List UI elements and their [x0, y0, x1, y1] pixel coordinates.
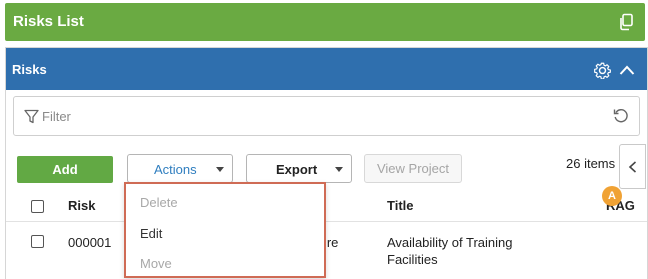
filter-bar: [13, 96, 640, 136]
caret-down-icon: [335, 167, 343, 172]
reset-icon[interactable]: [613, 108, 629, 124]
actions-dropdown-menu: Delete Edit Move: [124, 182, 326, 278]
column-header-risk[interactable]: Risk: [68, 198, 95, 213]
side-panel-toggle[interactable]: [619, 144, 646, 189]
view-project-button[interactable]: View Project: [364, 154, 462, 183]
actions-label: Actions: [154, 162, 197, 177]
panel-title: Risks: [12, 62, 47, 77]
menu-item-delete[interactable]: Delete: [140, 195, 178, 210]
column-header-title[interactable]: Title: [387, 198, 414, 213]
filter-input[interactable]: [42, 105, 602, 127]
row-checkbox[interactable]: [31, 235, 44, 248]
table-header: Risk Title RAG: [6, 190, 647, 222]
menu-item-move[interactable]: Move: [140, 256, 172, 271]
items-count: 26 items: [566, 156, 616, 171]
gear-icon[interactable]: [594, 62, 611, 80]
add-button[interactable]: Add: [17, 156, 113, 183]
risk-title-line1: Availability of Training: [387, 235, 513, 250]
select-all-checkbox[interactable]: [31, 200, 44, 213]
risks-panel-header: Risks: [6, 48, 647, 90]
actions-dropdown-button[interactable]: Actions: [127, 154, 233, 183]
risks-panel: Risks Add Actions Export View Project 26…: [5, 47, 648, 279]
page-title: Risks List: [13, 13, 84, 30]
caret-down-icon: [216, 167, 224, 172]
funnel-icon: [24, 109, 39, 124]
chevron-left-icon: [628, 161, 637, 173]
rag-status-badge: A: [602, 186, 622, 206]
risk-id: 000001: [68, 235, 112, 250]
copy-icon[interactable]: [617, 13, 635, 31]
page-header-bar: Risks List: [5, 3, 645, 41]
table-row[interactable]: 000001 ture Availability of Training Fac…: [6, 222, 647, 279]
risk-title-line2: Facilities: [387, 252, 438, 267]
menu-item-edit[interactable]: Edit: [140, 226, 162, 241]
chevron-up-icon[interactable]: [619, 64, 635, 76]
export-dropdown-button[interactable]: Export: [246, 154, 352, 183]
export-label: Export: [276, 162, 318, 177]
